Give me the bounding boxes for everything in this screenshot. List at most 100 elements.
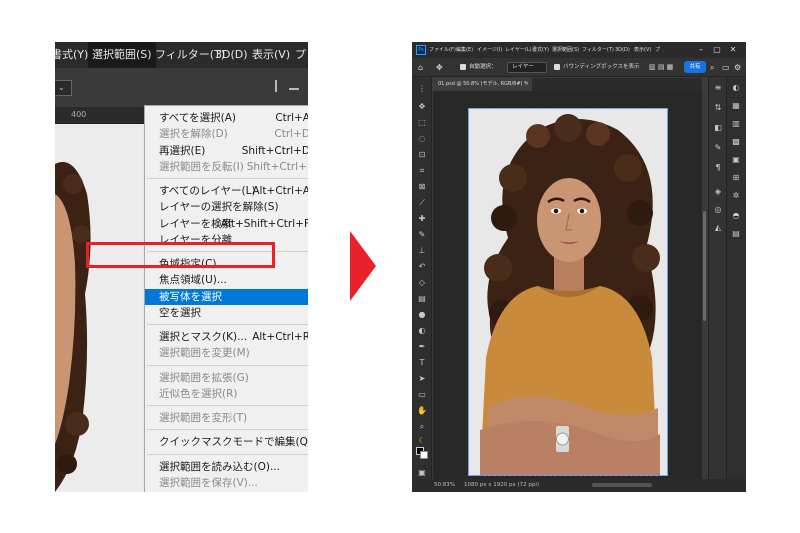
close-icon[interactable]: ✕	[728, 45, 738, 55]
character-icon[interactable]: ¶	[713, 163, 723, 173]
menu-3d[interactable]: 3D(D)	[215, 42, 248, 68]
patterns-icon[interactable]: ▩	[731, 137, 741, 147]
menu-item[interactable]: クイックマスクモードで編集(Q)	[145, 434, 308, 450]
align-left-icon[interactable]	[275, 80, 283, 92]
zoom-icon[interactable]: ⌕	[416, 421, 428, 433]
brush-icon[interactable]: ✎	[416, 229, 428, 241]
frame-icon[interactable]: ⊠	[416, 181, 428, 193]
histogram-icon[interactable]: ◓	[731, 211, 741, 221]
clone-stamp-icon[interactable]: ⊥	[416, 245, 428, 257]
menu-view[interactable]: 表示(V)	[634, 42, 651, 58]
marquee-icon[interactable]: ⬚	[416, 117, 428, 129]
dodge-icon[interactable]: ◐	[416, 325, 428, 337]
menu-filter[interactable]: フィルター(T)	[582, 42, 614, 58]
menu-item[interactable]: 空を選択	[145, 305, 308, 321]
menu-item[interactable]: 選択範囲を変更(M)	[145, 345, 308, 361]
adjustments-icon[interactable]: ⇅	[713, 103, 723, 113]
workspace-icon[interactable]: ▭	[722, 58, 730, 77]
menu-item[interactable]: 選択範囲を読み込む(O)...	[145, 459, 308, 475]
menu-view[interactable]: 表示(V)	[252, 42, 290, 68]
quick-mask-icon[interactable]: ▣	[416, 467, 428, 479]
move-icon[interactable]: ✥	[416, 101, 428, 113]
home-icon[interactable]: ⌂	[418, 58, 423, 77]
menu-plugins[interactable]: プ	[655, 42, 660, 58]
libraries-icon[interactable]: ◧	[713, 123, 723, 133]
eraser-icon[interactable]: ◇	[416, 277, 428, 289]
lasso-icon[interactable]: ◌	[416, 133, 428, 145]
menu-plugins[interactable]: プ	[295, 42, 306, 68]
menu-item[interactable]: 選択範囲を変形(T)	[145, 410, 308, 426]
align-icons[interactable]: ▥ ▤ ▦	[649, 58, 673, 77]
menu-select[interactable]: 選択範囲(S)	[88, 42, 156, 68]
menu-3d[interactable]: 3D(D)	[615, 42, 630, 58]
menu-item[interactable]: レイヤーの選択を解除(S)	[145, 199, 308, 215]
rectangle-icon[interactable]: ▭	[416, 389, 428, 401]
type-icon[interactable]: T	[416, 357, 428, 369]
menu-item[interactable]: 選択範囲を拡張(G)	[145, 370, 308, 386]
info-icon[interactable]: ▤	[731, 229, 741, 239]
color-icon[interactable]: ◐	[731, 83, 741, 93]
document-canvas[interactable]	[468, 108, 668, 476]
brush-settings-icon[interactable]: ✎	[713, 143, 723, 153]
home-icon[interactable]: ⋮	[416, 83, 428, 95]
hand-icon[interactable]: ✋	[416, 405, 428, 417]
document-tab[interactable]: 01.psd @ 50.8% (モデル, RGB/8#) * ×	[432, 78, 532, 91]
align-icons[interactable]	[275, 80, 305, 94]
canvas-area[interactable]	[433, 91, 702, 479]
background-color-swatch[interactable]	[420, 451, 428, 459]
crop-icon[interactable]: ⌗	[416, 165, 428, 177]
transform-bounding-box[interactable]	[468, 108, 668, 476]
menu-item[interactable]: すべてのレイヤー(L) Alt+Ctrl+A	[145, 183, 308, 199]
restore-icon[interactable]: ▢	[712, 45, 722, 55]
menu-layer[interactable]: レイヤー(L)	[505, 42, 532, 58]
paths-icon[interactable]: ◭	[713, 223, 723, 233]
blur-icon[interactable]: ●	[416, 309, 428, 321]
menu-item[interactable]: 選択範囲を保存(V)...	[145, 475, 308, 491]
search-icon[interactable]: ⌕	[710, 58, 714, 77]
history-brush-icon[interactable]: ↶	[416, 261, 428, 273]
scrollbar-thumb[interactable]	[703, 211, 706, 321]
layers-icon[interactable]: ◈	[713, 187, 723, 197]
pen-icon[interactable]: ✒	[416, 341, 428, 353]
horizontal-scrollbar[interactable]	[592, 483, 652, 487]
menu-item[interactable]: 選択範囲を反転(I) Shift+Ctrl+I	[145, 159, 308, 175]
menu-item[interactable]: すべてを選択(A) Ctrl+A	[145, 110, 308, 126]
menu-item[interactable]: 被写体を選択	[145, 288, 308, 305]
settings-icon[interactable]: ✲	[731, 191, 741, 201]
gradients-icon[interactable]: ▥	[731, 119, 741, 129]
properties-icon[interactable]: ≡	[713, 83, 723, 93]
menu-item[interactable]: 選択を解除(D) Ctrl+D	[145, 126, 308, 142]
settings-icon[interactable]: ⚙	[734, 58, 741, 77]
menu-item[interactable]: 選択とマスク(K)... Alt+Ctrl+R	[145, 329, 308, 345]
menu-type[interactable]: 書式(Y)	[55, 42, 88, 68]
menu-edit[interactable]: 編集(E)	[456, 42, 473, 58]
menu-select[interactable]: 選択範囲(S)	[552, 42, 579, 58]
document-dimensions[interactable]: 1080 px x 1920 px (72 ppi)	[464, 479, 539, 492]
option-dropdown[interactable]: ⌄	[55, 80, 72, 96]
close-tab-icon[interactable]: ×	[525, 78, 529, 91]
object-select-icon[interactable]: ⊡	[416, 149, 428, 161]
align-bottom-icon[interactable]	[289, 82, 299, 90]
spot-healing-icon[interactable]: ✚	[416, 213, 428, 225]
navigator-icon[interactable]: ⊞	[731, 173, 741, 183]
swatches-icon[interactable]: ▦	[731, 101, 741, 111]
menu-item[interactable]: 近似色を選択(R)	[145, 386, 308, 402]
zoom-level[interactable]: 50.83%	[434, 479, 455, 492]
menu-item[interactable]: レイヤーを検索 Alt+Shift+Ctrl+F	[145, 216, 308, 232]
styles-icon[interactable]: ▣	[731, 155, 741, 165]
gradient-icon[interactable]: ▤	[416, 293, 428, 305]
minimize-icon[interactable]: –	[696, 45, 706, 55]
menu-type[interactable]: 書式(Y)	[532, 42, 549, 58]
share-button[interactable]: 共有	[684, 61, 706, 73]
menu-item[interactable]: 焦点領域(U)...	[145, 272, 308, 288]
eyedropper-icon[interactable]: ⟋	[416, 197, 428, 209]
bounding-box-checkbox[interactable]	[554, 64, 560, 70]
menu-image[interactable]: イメージ(I)	[477, 42, 502, 58]
menu-file[interactable]: ファイル(F)	[429, 42, 456, 58]
path-select-icon[interactable]: ➤	[416, 373, 428, 385]
auto-select-checkbox[interactable]	[460, 64, 466, 70]
vertical-scrollbar[interactable]	[702, 91, 707, 479]
auto-select-target-dropdown[interactable]: レイヤー	[507, 62, 547, 73]
menu-item[interactable]: 再選択(E) Shift+Ctrl+D	[145, 143, 308, 159]
edit-toolbar-icon[interactable]: ☾	[416, 435, 428, 447]
